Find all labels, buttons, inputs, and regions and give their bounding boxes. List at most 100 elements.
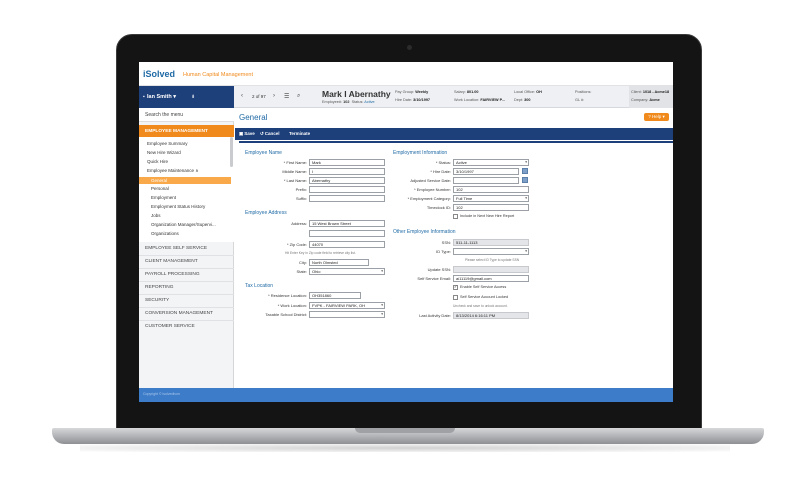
previous-employee-icon[interactable]: ‹: [241, 93, 243, 99]
sidebar-item-quick-hire[interactable]: Quick Hire: [147, 159, 168, 164]
sidebar-item-customer-service[interactable]: CUSTOMER SERVICE: [145, 324, 195, 329]
middle-name-label: Middle Name:: [282, 169, 307, 174]
search-icon[interactable]: ⌕: [297, 93, 300, 100]
page-title: General: [239, 113, 268, 122]
user-menu[interactable]: ▪ Ian Smith ▾ ⇟: [139, 86, 234, 108]
next-employee-icon[interactable]: ›: [273, 93, 275, 99]
sidebar-item-personal[interactable]: Personal: [151, 186, 169, 191]
section-employment-information: Employment Information: [393, 150, 448, 156]
status-select[interactable]: Active ▾: [453, 159, 529, 166]
sidebar-item-security[interactable]: SECURITY: [145, 298, 169, 303]
section-other-employee-information: Other Employee Information: [393, 229, 456, 235]
update-ssn-label: Update SSN:: [427, 267, 451, 272]
first-name-field[interactable]: Mark: [309, 159, 385, 166]
sidebar-item-reporting[interactable]: REPORTING: [145, 285, 173, 290]
pin-icon[interactable]: ⇟: [191, 94, 195, 100]
user-name[interactable]: Ian Smith ▾: [147, 94, 176, 100]
sidebar-item-employee-summary[interactable]: Employee Summary: [147, 141, 188, 146]
calendar-icon[interactable]: [522, 177, 528, 183]
hire-date-field[interactable]: 3/10/1997: [453, 168, 519, 175]
id-type-select[interactable]: ▾: [453, 248, 529, 255]
sidebar-item-organization-manager[interactable]: Organization Manager/Supervi...: [151, 222, 216, 227]
address-label: Address:: [291, 221, 307, 226]
save-button[interactable]: ▣Save: [239, 131, 255, 137]
employee-management-menu: Employee Summary New Hire Wizard Quick H…: [139, 137, 234, 242]
divider: [139, 255, 234, 256]
include-new-hire-checkbox[interactable]: [453, 214, 458, 219]
employee-name: Mark I Abernathy: [322, 89, 391, 99]
address-line1-field[interactable]: 15 West Brown Street: [309, 220, 385, 227]
school-district-select[interactable]: ▾: [309, 311, 385, 318]
sidebar-item-employment[interactable]: Employment: [151, 195, 176, 200]
footer-bar: Copyright © isolvedhcm: [139, 388, 673, 402]
state-select[interactable]: Ohio ▾: [309, 268, 385, 275]
enable-self-service-label: Enable Self Service Access: [460, 285, 507, 289]
chevron-down-icon: ▾: [525, 196, 527, 200]
divider: [139, 294, 234, 295]
laptop-notch: [355, 428, 455, 433]
sidebar-item-payroll-processing[interactable]: PAYROLL PROCESSING: [145, 272, 200, 277]
sidebar: Search the menu EMPLOYEE MANAGEMENT Empl…: [139, 108, 234, 388]
sidebar-item-organizations[interactable]: Organizations: [151, 231, 179, 236]
zip-code-field[interactable]: 44070: [309, 241, 385, 248]
sidebar-section-employee-management[interactable]: EMPLOYEE MANAGEMENT: [139, 125, 234, 137]
client-info: Client: 1018 - Acme18 Company: Acme: [629, 86, 673, 108]
employee-number-label: * Employee Number:: [414, 187, 451, 192]
residence-location-field[interactable]: OH351860: [309, 292, 361, 299]
terminate-button[interactable]: Terminate: [289, 131, 310, 136]
local-office: Local Office: OH: [514, 90, 542, 94]
hire-date-summary: Hire Date: 3/10/1997: [395, 98, 431, 102]
ssn-hint: Please select ID Type to update SSN: [465, 258, 520, 262]
undo-icon: ↺: [260, 131, 264, 136]
chevron-down-icon: ▾: [525, 249, 527, 253]
sidebar-scrollbar[interactable]: [230, 137, 233, 167]
menu-search-input[interactable]: Search the menu: [139, 108, 234, 122]
hire-date-label: * Hire Date:: [430, 169, 451, 174]
sidebar-item-employee-maintenance[interactable]: Employee Maintenance ∧: [147, 168, 199, 174]
section-employee-address: Employee Address: [245, 210, 287, 216]
action-toolbar: ▣Save ↺Cancel Terminate: [235, 128, 673, 140]
sidebar-item-employment-status-history[interactable]: Employment Status History: [151, 204, 205, 209]
sidebar-item-client-management[interactable]: CLIENT MANAGEMENT: [145, 259, 198, 264]
app-screen: iSolved Human Capital Management ▪ Ian S…: [139, 62, 673, 402]
state-label: State:: [296, 269, 307, 274]
address-line2-field[interactable]: [309, 230, 385, 237]
employment-category-select[interactable]: Full Time ▾: [453, 195, 529, 202]
city-field[interactable]: North Olmsted: [309, 259, 369, 266]
last-name-field[interactable]: Abernathy: [309, 177, 385, 184]
employee-id-status: Employee#: 102 Status: Active: [322, 100, 375, 104]
logo[interactable]: iSolved: [143, 69, 175, 79]
timeclock-id-field[interactable]: 102: [453, 204, 529, 211]
sidebar-item-general[interactable]: General: [139, 177, 231, 184]
work-location-summary: Work Location: FAIRVIEW P...: [454, 98, 505, 102]
copyright-text: Copyright © isolvedhcm: [143, 392, 181, 396]
work-location-select[interactable]: FVPK - FAIRVIEW PARK, OH ▾: [309, 302, 385, 309]
self-service-email-field[interactable]: ai11119@gmail.com: [453, 275, 529, 282]
divider: [139, 320, 234, 321]
sidebar-item-conversion-management[interactable]: CONVERSION MANAGEMENT: [145, 311, 213, 316]
sidebar-item-employee-self-service[interactable]: EMPLOYEE SELF SERVICE: [145, 246, 207, 251]
calendar-icon[interactable]: [522, 168, 528, 174]
gl-number: GL #:: [575, 98, 585, 102]
account-locked-checkbox[interactable]: [453, 295, 458, 300]
list-icon[interactable]: ☰: [284, 93, 289, 100]
account-locked-label: Self Service Account Locked: [460, 295, 509, 299]
employment-category-label: * Employment Category:: [407, 196, 451, 201]
adjusted-service-date-field[interactable]: [453, 177, 519, 184]
salary: Salary: 801.00: [454, 90, 479, 94]
zip-code-label: * Zip Code:: [286, 242, 307, 247]
sidebar-item-jobs[interactable]: Jobs: [151, 213, 161, 218]
sidebar-item-new-hire-wizard[interactable]: New Hire Wizard: [147, 150, 181, 155]
prefix-field[interactable]: [309, 186, 385, 193]
middle-name-field[interactable]: I: [309, 168, 385, 175]
zip-hint: Hit Enter Key in Zip code field to retri…: [285, 251, 356, 255]
ssn-field: 511-11-1113: [453, 239, 529, 246]
enable-self-service-checkbox[interactable]: [453, 284, 458, 290]
cancel-button[interactable]: ↺Cancel: [260, 131, 280, 137]
help-button[interactable]: ? Help ▾: [644, 113, 669, 121]
employee-number-field[interactable]: 102: [453, 186, 529, 193]
update-ssn-field: [453, 266, 529, 273]
divider: [139, 281, 234, 282]
suffix-field[interactable]: [309, 195, 385, 202]
timeclock-id-label: Timeclock ID:: [426, 205, 451, 210]
